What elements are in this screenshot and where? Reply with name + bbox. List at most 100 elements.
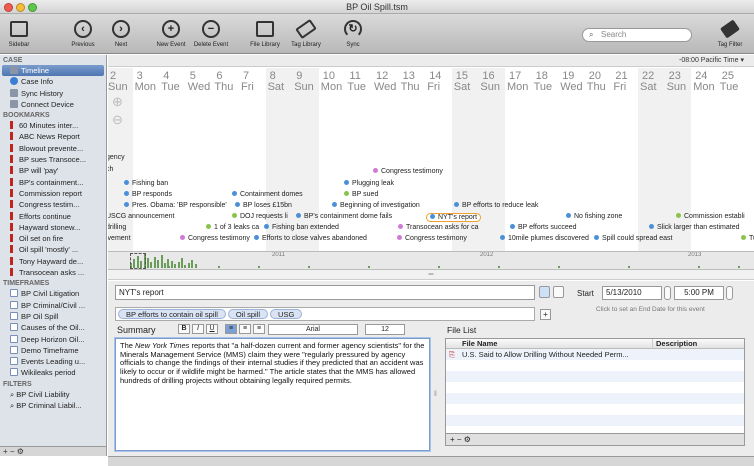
align-right-button[interactable]: ≡ <box>253 324 265 334</box>
sidebar-item-case[interactable]: Sync History <box>0 88 106 99</box>
timeline-event[interactable]: 1 of 3 leaks ca <box>206 224 259 231</box>
timeline-event[interactable]: Congress testimony <box>180 235 250 242</box>
timeline-event[interactable]: BP sued <box>344 191 378 198</box>
timeline-event[interactable]: Plugging leak <box>344 180 394 187</box>
sidebar-item-timeframe[interactable]: Causes of the Oil... <box>0 322 106 333</box>
file-row[interactable]: ⎘ U.S. Said to Allow Drilling Without Nee… <box>446 349 744 360</box>
tag-token[interactable]: USG <box>270 309 303 319</box>
timeline-overview[interactable]: 2011 2012 2013 <box>108 251 754 270</box>
zoom-out-icon[interactable]: ⊖ <box>112 112 123 128</box>
sidebar-item-timeframe[interactable]: Wikileaks period <box>0 367 106 378</box>
event-title-field[interactable]: NYT's report <box>115 285 535 300</box>
tag-token[interactable]: Oil spill <box>227 309 269 319</box>
file-library-button[interactable]: File Library <box>246 16 284 48</box>
sidebar-item-case[interactable]: Connect Device <box>0 99 106 110</box>
timeline-event[interactable]: Commission establi <box>676 213 745 220</box>
new-event-button[interactable]: + New Event <box>154 16 188 48</box>
align-left-button[interactable]: ≡ <box>225 324 237 334</box>
zoom-in-icon[interactable]: ⊕ <box>112 94 123 110</box>
previous-button[interactable]: ‹ Previous <box>63 16 103 48</box>
timeline-event[interactable]: BP's containment dome fails <box>296 213 392 220</box>
zoom-window-button[interactable] <box>28 3 37 12</box>
timeline-event[interactable]: 10mile plumes discovered <box>500 235 589 242</box>
sidebar-item-timeframe[interactable]: Demo Timeframe <box>0 345 106 356</box>
timeline-event[interactable]: Transocean asks for ca <box>398 224 479 231</box>
timeline-event[interactable]: DOJ requests li <box>232 213 288 220</box>
timeline-event[interactable]: Fishing ban <box>124 180 168 187</box>
sidebar-item-bookmark[interactable]: BP's containment... <box>0 177 106 188</box>
timeline-event[interactable]: Pres. Obama: 'BP responsible' <box>124 202 227 209</box>
align-center-button[interactable]: ≡ <box>239 324 251 334</box>
color-flag-button[interactable] <box>539 286 550 298</box>
file-list-controls[interactable]: + − ⚙ <box>445 434 745 446</box>
sidebar-item-filter[interactable]: ⌕ BP Civil Liability <box>0 389 106 400</box>
timeline-event[interactable]: ch <box>108 166 113 173</box>
sidebar-item-bookmark[interactable]: 60 Minutes inter... <box>0 120 106 131</box>
sidebar-item-timeframe[interactable]: Events Leading u... <box>0 356 106 367</box>
summary-editor[interactable]: The New York Times reports that "a half-… <box>115 338 430 451</box>
timeline-event[interactable]: BP efforts to reduce leak <box>454 202 538 209</box>
font-selector[interactable]: Arial <box>268 324 358 335</box>
italic-button[interactable]: I <box>192 324 204 334</box>
sidebar-item-bookmark[interactable]: Efforts continue <box>0 211 106 222</box>
timeline-event[interactable]: Slick larger than estimated <box>649 224 739 231</box>
timeline-view[interactable]: 2 Sun 3 Mon 4 Tue 5 Wed 6 Thu 7 Fri 8 Sat 9 Sun 10 Mon 11 T… <box>108 68 754 251</box>
timeline-event[interactable]: Fishing ban extended <box>264 224 339 231</box>
timeline-event[interactable]: Congress testimony <box>397 235 467 242</box>
sidebar-item-bookmark[interactable]: Hayward stonew... <box>0 222 106 233</box>
split-handle[interactable]: ═ <box>108 270 754 280</box>
delete-event-button[interactable]: − Delete Event <box>191 16 231 48</box>
timeline-event[interactable]: BP responds <box>124 191 172 198</box>
tags-field[interactable]: BP efforts to contain oil spill Oil spill… <box>115 307 535 321</box>
vertical-split-handle[interactable]: ‖ <box>434 391 437 398</box>
timeline-event[interactable]: Efforts to close valves abandoned <box>254 235 367 242</box>
sidebar-item-bookmark[interactable]: BP will 'pay' <box>0 165 106 176</box>
timeline-event[interactable]: Containment domes <box>232 191 303 198</box>
sidebar-footer-controls[interactable]: + − ⚙ <box>0 446 106 456</box>
font-size-selector[interactable]: 12 <box>365 324 405 335</box>
sidebar-item-filter[interactable]: ⌕ BP Criminal Liabil... <box>0 400 106 411</box>
time-stepper[interactable] <box>726 286 733 300</box>
sidebar-item-bookmark[interactable]: BP sues Transoce... <box>0 154 106 165</box>
timezone-selector[interactable]: -08:00 Pacific Time ▾ <box>108 55 754 67</box>
next-button[interactable]: › Next <box>108 16 134 48</box>
end-date-hint[interactable]: Click to set an End Date for this event <box>596 306 705 313</box>
timeline-event[interactable]: lvement <box>108 235 131 242</box>
sidebar-item-timeframe[interactable]: BP Criminal/Civil ... <box>0 300 106 311</box>
start-time-field[interactable]: 5:00 PM <box>674 286 724 300</box>
overview-window-handle[interactable] <box>130 253 146 269</box>
timeline-event[interactable]: USCG announcement <box>108 213 174 220</box>
sidebar-button[interactable]: Sidebar <box>6 16 32 48</box>
date-stepper[interactable] <box>664 286 671 300</box>
add-tag-button[interactable]: + <box>540 309 551 320</box>
start-date-field[interactable]: 5/13/2010 <box>602 286 662 300</box>
search-input[interactable]: ⌕ Search <box>582 28 692 42</box>
sync-button[interactable]: ↻ Sync <box>340 16 366 48</box>
sidebar-item-bookmark[interactable]: Oil set on fire <box>0 233 106 244</box>
sidebar-item-timeframe[interactable]: Deep Horizon Oil... <box>0 334 106 345</box>
tag-token[interactable]: BP efforts to contain oil spill <box>118 309 226 319</box>
timeline-event[interactable]: Spill could spread east <box>594 235 672 242</box>
file-name-column-header[interactable]: File Name <box>462 339 497 349</box>
bold-button[interactable]: B <box>178 324 190 334</box>
timeline-event[interactable]: Congress testimony <box>373 168 443 175</box>
sidebar-item-bookmark[interactable]: Congress testim... <box>0 199 106 210</box>
underline-button[interactable]: U <box>206 324 218 334</box>
timeline-event[interactable]: BP efforts succeed <box>510 224 577 231</box>
sidebar-item-bookmark[interactable]: Blowout prevente... <box>0 143 106 154</box>
timeline-event[interactable]: NYT's report <box>426 213 482 222</box>
pause-icon[interactable] <box>553 286 564 298</box>
timeline-event[interactable]: Tul <box>741 235 754 242</box>
sidebar-item-bookmark[interactable]: Oil spill 'mostly' ... <box>0 244 106 255</box>
tag-filter-button[interactable]: Tag Filter <box>714 16 746 48</box>
file-list-table[interactable]: File Name Description ⎘ U.S. Said to Allo… <box>445 338 745 434</box>
timeline-event[interactable]: Beginning of investigation <box>332 202 420 209</box>
timeline-event[interactable]: gency <box>108 154 125 161</box>
close-window-button[interactable] <box>4 3 13 12</box>
sidebar-item-bookmark[interactable]: ABC News Report <box>0 131 106 142</box>
sidebar-item-bookmark[interactable]: Transocean asks ... <box>0 267 106 278</box>
sidebar-item-case[interactable]: Case Info <box>0 76 106 87</box>
sidebar-item-bookmark[interactable]: Tony Hayward de... <box>0 256 106 267</box>
description-column-header[interactable]: Description <box>652 339 697 349</box>
sidebar-item-timeframe[interactable]: BP Oil Spill <box>0 311 106 322</box>
